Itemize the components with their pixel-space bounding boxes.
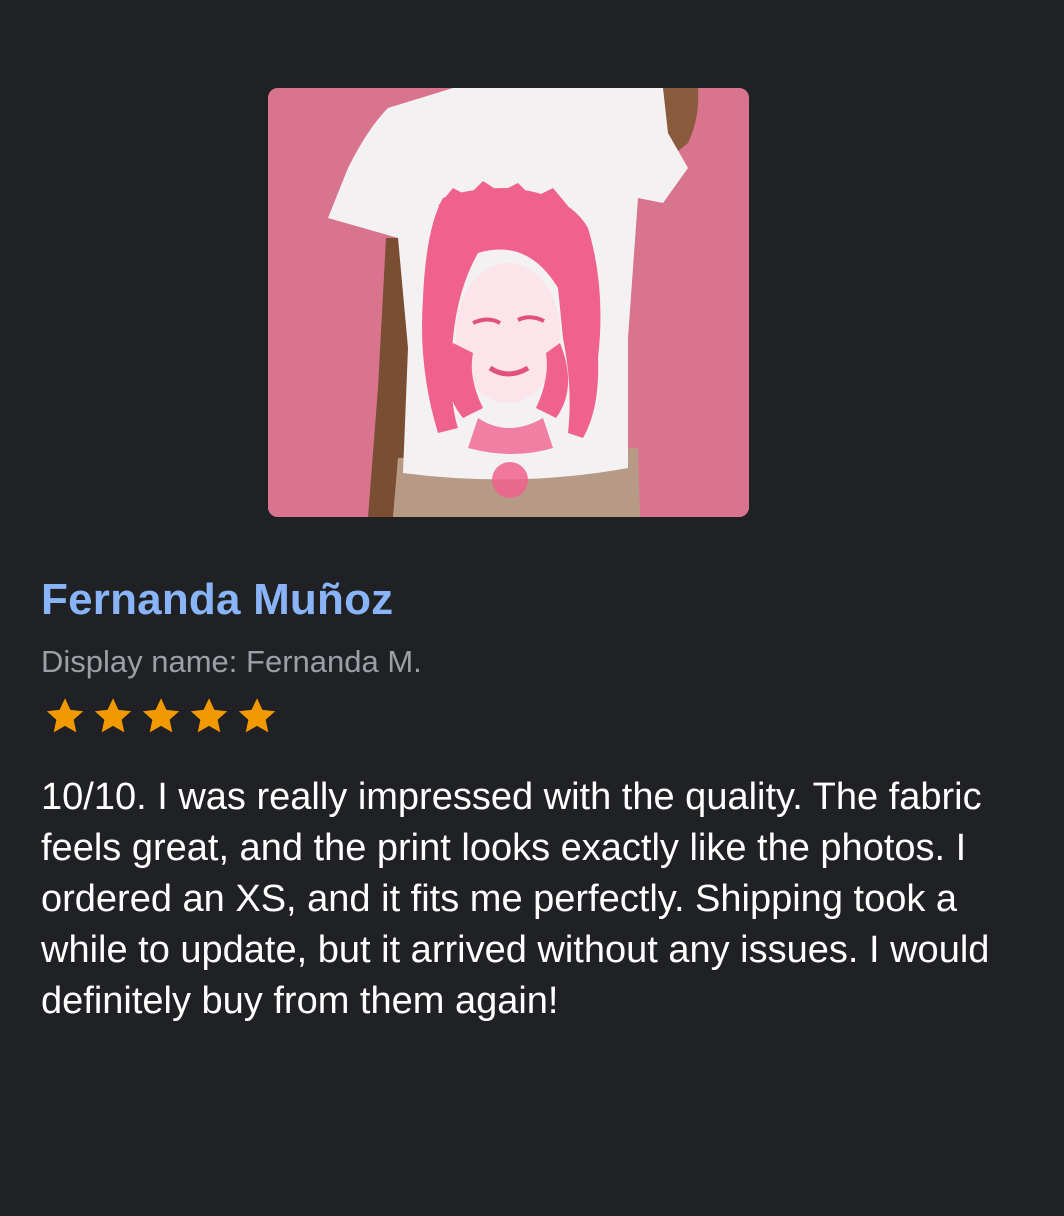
star-icon	[186, 694, 232, 738]
star-icon	[234, 694, 280, 738]
star-icon	[90, 694, 136, 738]
display-name-label: Display name:	[41, 644, 238, 679]
star-rating	[42, 694, 280, 738]
star-icon	[138, 694, 184, 738]
review-photo[interactable]	[268, 88, 749, 517]
review-card: Fernanda Muñoz Display name: Fernanda M.…	[0, 0, 1064, 1216]
display-name-value: Fernanda M.	[246, 644, 422, 679]
display-name-line: Display name: Fernanda M.	[41, 644, 422, 680]
star-icon	[42, 694, 88, 738]
review-text: 10/10. I was really impressed with the q…	[41, 776, 990, 1022]
reviewer-name[interactable]: Fernanda Muñoz	[41, 575, 393, 625]
tshirt-photo-image	[268, 88, 749, 517]
